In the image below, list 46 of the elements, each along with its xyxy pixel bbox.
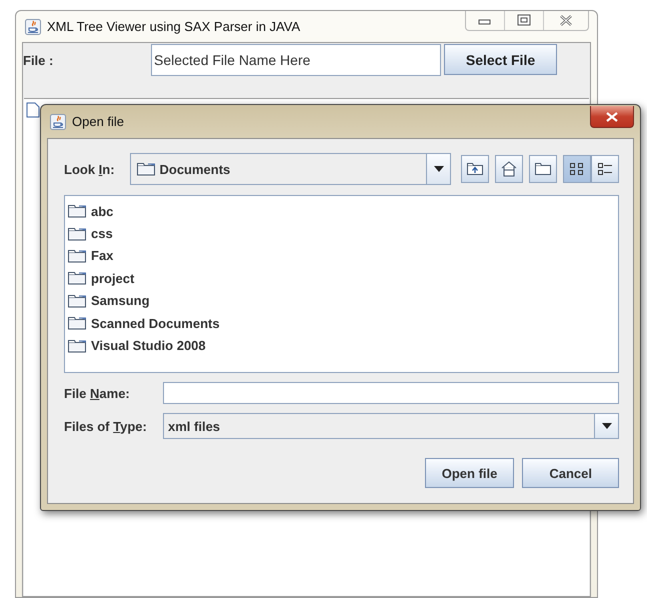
dialog-title: Open file: [72, 114, 126, 129]
file-label: File :: [23, 53, 54, 68]
file-name-field[interactable]: Selected File Name Here: [151, 44, 441, 76]
home-button[interactable]: [495, 155, 523, 183]
window-title: XML Tree Viewer using SAX Parser in JAVA: [47, 19, 302, 34]
list-view-icon: [569, 162, 585, 176]
folder-icon: [534, 162, 552, 176]
folder-item[interactable]: abc: [91, 204, 114, 219]
file-name-label: File Name:: [64, 386, 131, 400]
details-view-button[interactable]: [591, 155, 619, 183]
file-type-value: xml files: [168, 418, 220, 434]
file-name-input[interactable]: [163, 382, 619, 404]
folder-item[interactable]: Scanned Documents: [91, 316, 220, 331]
select-file-button[interactable]: Select File: [444, 44, 557, 75]
folder-icon: [136, 162, 156, 176]
close-button[interactable]: [590, 106, 634, 128]
folder-up-icon: [466, 162, 484, 176]
new-folder-button[interactable]: [529, 155, 557, 183]
folder-item[interactable]: Samsung: [91, 293, 150, 308]
folder-item[interactable]: css: [91, 226, 113, 242]
close-icon: [606, 112, 618, 122]
java-icon: [50, 114, 66, 130]
look-in-dropdown[interactable]: Documents: [130, 153, 452, 185]
dropdown-arrow-icon: [602, 423, 612, 429]
folder-icon: [67, 248, 87, 263]
up-folder-button[interactable]: [461, 155, 489, 183]
folder-item[interactable]: project: [91, 270, 134, 286]
folder-item[interactable]: Visual Studio 2008: [91, 338, 206, 354]
folder-item[interactable]: Fax: [91, 248, 114, 264]
cancel-button[interactable]: Cancel: [522, 458, 619, 488]
folder-icon: [67, 316, 87, 330]
folder-icon: [67, 226, 87, 241]
folder-icon: [67, 338, 87, 353]
details-view-icon: [597, 162, 613, 176]
folder-name: Documents: [160, 162, 230, 176]
files-of-type-dropdown[interactable]: xml files: [163, 413, 619, 439]
folder-icon: [67, 271, 87, 286]
home-icon: [500, 161, 518, 177]
list-view-button[interactable]: [563, 155, 591, 183]
dropdown-arrow-icon: [434, 166, 444, 172]
java-icon: [25, 18, 41, 34]
folder-icon: [67, 204, 87, 218]
look-in-label: Look In:: [64, 162, 116, 176]
folder-icon: [67, 294, 87, 308]
files-of-type-label: Files of Type:: [64, 418, 148, 434]
open-file-button[interactable]: Open file: [424, 458, 514, 488]
